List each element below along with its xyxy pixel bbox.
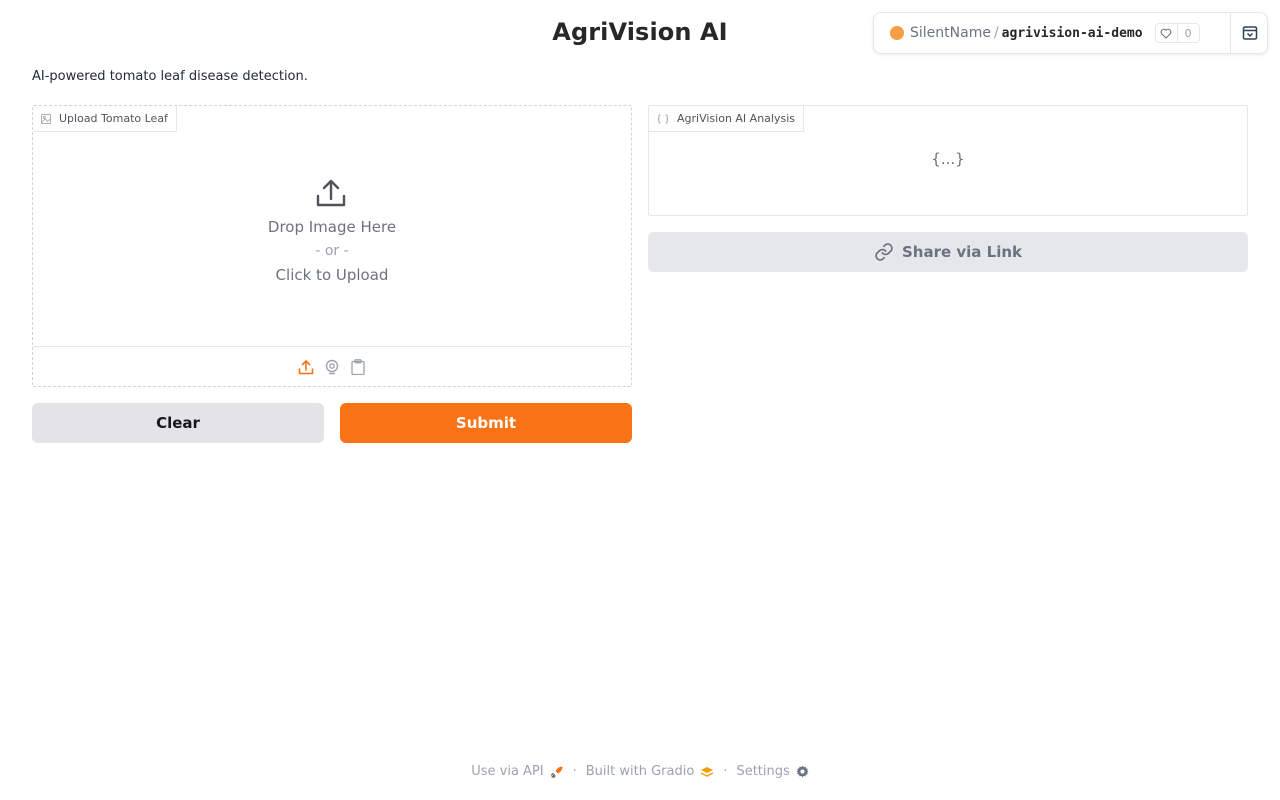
source-upload-button[interactable]	[297, 358, 315, 376]
rocket-icon	[550, 766, 563, 778]
collapse-header-button[interactable]	[1231, 13, 1268, 53]
collapse-icon	[1242, 26, 1257, 40]
drop-image-text: Drop Image Here	[267, 218, 397, 236]
gear-icon	[796, 765, 809, 778]
json-icon	[657, 113, 669, 124]
source-webcam-button[interactable]	[323, 358, 341, 376]
space-owner-link[interactable]: SilentName	[910, 25, 991, 41]
analysis-panel: AgriVision AI Analysis {...}	[648, 105, 1248, 216]
share-via-link-button[interactable]: Share via Link	[648, 232, 1248, 272]
analysis-label-text: AgriVision AI Analysis	[677, 112, 795, 125]
footer-separator: ·	[572, 764, 577, 779]
heart-icon	[1156, 24, 1178, 42]
space-status-dot	[890, 26, 904, 40]
upload-icon	[316, 179, 346, 207]
built-with-gradio-text: Built with Gradio	[585, 764, 695, 779]
built-with-gradio-link[interactable]: Built with Gradio	[586, 764, 715, 779]
link-icon	[875, 243, 893, 261]
upload-panel: Upload Tomato Leaf Drop Image Here - or …	[32, 105, 632, 387]
upload-source-icon	[298, 359, 314, 374]
like-count: 0	[1184, 26, 1192, 40]
use-via-api-text: Use via API	[471, 764, 544, 779]
footer: Use via API · Built with Gradio · Settin…	[0, 764, 1280, 779]
like-button[interactable]: 0	[1154, 23, 1200, 43]
share-button-label: Share via Link	[901, 243, 1022, 261]
upload-dropzone[interactable]: Drop Image Here - or - Click to Upload	[33, 106, 631, 346]
or-text: - or -	[315, 243, 349, 259]
footer-separator: ·	[723, 764, 728, 779]
source-clipboard-button[interactable]	[349, 358, 367, 376]
use-via-api-link[interactable]: Use via API	[471, 764, 563, 779]
space-separator: /	[993, 25, 999, 41]
source-selector	[33, 346, 631, 386]
json-output-placeholder: {...}	[931, 150, 965, 168]
app-description: AI-powered tomato leaf disease detection…	[32, 69, 308, 84]
settings-text: Settings	[736, 764, 790, 779]
submit-button[interactable]: Submit	[340, 403, 632, 443]
space-badge: SilentName / agrivision-ai-demo 0	[873, 12, 1268, 54]
click-to-upload-text: Click to Upload	[275, 266, 389, 284]
gradio-logo-icon	[700, 766, 714, 777]
webcam-icon	[325, 359, 339, 374]
clear-button[interactable]: Clear	[32, 403, 324, 443]
settings-link[interactable]: Settings	[736, 764, 809, 779]
space-repo-link[interactable]: agrivision-ai-demo	[1002, 26, 1143, 41]
clipboard-icon	[351, 358, 365, 375]
analysis-label: AgriVision AI Analysis	[649, 106, 804, 132]
